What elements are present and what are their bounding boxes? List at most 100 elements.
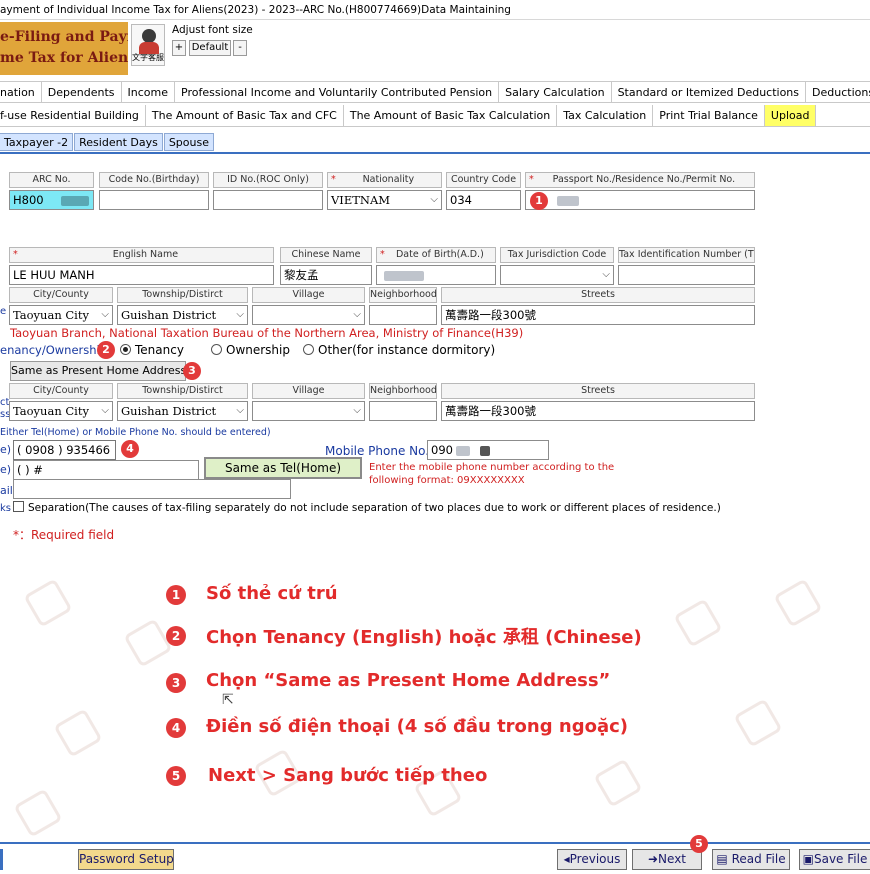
- same-as-present-address-button[interactable]: Same as Present Home Address: [10, 361, 186, 381]
- id-no-input[interactable]: [213, 190, 323, 210]
- save-file-button[interactable]: ▣Save File: [799, 849, 870, 870]
- mobile-phone-label: Mobile Phone No.: [325, 444, 430, 458]
- domicile-township-select[interactable]: Guishan District ⌵: [117, 401, 248, 421]
- radio-icon: [211, 344, 222, 355]
- nationality-value: VIETNAM: [331, 193, 391, 207]
- tab-print-trial-balance[interactable]: Print Trial Balance: [653, 105, 765, 126]
- code-no-header: Code No.(Birthday): [99, 172, 209, 188]
- tab-dependents[interactable]: Dependents: [41, 82, 122, 102]
- present-address-side-label: e: [0, 306, 7, 317]
- annotation-badge-3: 3: [183, 362, 201, 380]
- logo-line-2: me Tax for Aliens: [0, 50, 128, 66]
- chinese-name-input[interactable]: 黎友孟: [280, 265, 372, 285]
- arc-no-input[interactable]: H800: [9, 190, 94, 210]
- font-decrease-button[interactable]: -: [233, 40, 247, 56]
- chevron-down-icon: ⌵: [236, 405, 244, 416]
- annotation-text-3: Chọn “Same as Present Home Address”: [206, 670, 611, 691]
- tax-jurisdiction-select[interactable]: ⌵: [500, 265, 614, 285]
- township-header: Township/Distirct: [117, 287, 248, 303]
- nationality-header: * Nationality: [327, 172, 442, 188]
- email-input[interactable]: [13, 479, 291, 499]
- same-as-tel-home-button[interactable]: Same as Tel(Home): [204, 457, 362, 479]
- mobile-phone-input[interactable]: 090: [427, 440, 549, 460]
- subtab-taxpayer[interactable]: Taxpayer -2: [0, 133, 74, 151]
- tab-tax-calculation[interactable]: Tax Calculation: [557, 105, 654, 126]
- ownership-label: enancy/Ownership: [0, 343, 108, 357]
- present-neighborhood-input[interactable]: [369, 305, 437, 325]
- domicile-village-header: Village: [252, 383, 365, 399]
- tab-deductions-basic[interactable]: Deductions and Basic: [806, 82, 870, 102]
- domicile-street-input[interactable]: 萬壽路一段300號: [441, 401, 755, 421]
- present-village-select[interactable]: ⌵: [252, 305, 365, 325]
- domicile-village-select[interactable]: ⌵: [252, 401, 365, 421]
- next-button[interactable]: ➜Next: [632, 849, 702, 870]
- chat-service-caption: 文字客服: [132, 53, 164, 62]
- main-tabs-row-1: nation Dependents Income Professional Incom…: [0, 81, 870, 103]
- font-size-label: Adjust font size: [172, 24, 253, 36]
- arrow-right-icon: ➜: [647, 852, 659, 866]
- tab-self-use-building[interactable]: f-use Residential Building: [0, 105, 146, 126]
- chevron-down-icon: ⌵: [353, 405, 361, 416]
- save-icon: ▣: [802, 852, 814, 866]
- subtab-resident-days[interactable]: Resident Days: [74, 133, 163, 151]
- tab-income[interactable]: Income: [121, 82, 176, 102]
- country-code-input[interactable]: 034: [446, 190, 521, 210]
- present-township-select[interactable]: Guishan District ⌵: [117, 305, 248, 325]
- code-no-input[interactable]: [99, 190, 209, 210]
- logo-line-1: e-Filing and Payment of: [0, 29, 128, 45]
- tab-basic-tax-cfc[interactable]: The Amount of Basic Tax and CFC: [145, 105, 344, 126]
- tel-office-input[interactable]: ( ) #: [13, 460, 199, 480]
- domicile-city-header: City/County: [9, 383, 113, 399]
- other-radio[interactable]: Other(for instance dormitory): [303, 343, 495, 357]
- subtab-spouse[interactable]: Spouse: [163, 133, 214, 151]
- english-name-header: * English Name: [9, 247, 274, 263]
- separation-checkbox[interactable]: Separation(The causes of tax-filing sepa…: [13, 501, 721, 514]
- domicile-city-select[interactable]: Taoyuan City ⌵: [9, 401, 113, 421]
- tel-home-input[interactable]: ( 0908 ) 935466: [13, 440, 116, 460]
- tab-information[interactable]: nation: [0, 82, 42, 102]
- village-header: Village: [252, 287, 365, 303]
- tax-bureau-text: Taoyuan Branch, National Taxation Bureau…: [10, 326, 524, 340]
- annotation-legend-badge-5: 5: [166, 766, 186, 786]
- app-logo: e-Filing and Payment of me Tax for Alien…: [0, 22, 128, 75]
- phone-hint: Either Tel(Home) or Mobile Phone No. sho…: [0, 427, 271, 438]
- city-header: City/County: [9, 287, 113, 303]
- arc-no-value: H800: [13, 193, 44, 207]
- annotation-badge-1: 1: [530, 192, 548, 210]
- nationality-select[interactable]: VIETNAM ⌵: [327, 190, 442, 210]
- chevron-down-icon: ⌵: [101, 405, 109, 416]
- bottom-edge-marker: [0, 849, 3, 870]
- font-increase-button[interactable]: +: [172, 40, 186, 56]
- domicile-township-header: Township/Distirct: [117, 383, 248, 399]
- previous-button[interactable]: ◂Previous: [557, 849, 627, 870]
- tab-professional-income[interactable]: Professional Income and Voluntarily Cont…: [175, 82, 500, 102]
- tab-basic-tax-calculation[interactable]: The Amount of Basic Tax Calculation: [343, 105, 558, 126]
- present-street-input[interactable]: 萬壽路一段300號: [441, 305, 755, 325]
- ownership-radio[interactable]: Ownership: [211, 343, 290, 357]
- chat-service-icon[interactable]: 文字客服: [131, 24, 165, 66]
- annotation-legend-badge-4: 4: [166, 718, 186, 738]
- annotation-text-1: Số thẻ cứ trú: [206, 583, 338, 604]
- passport-input[interactable]: [525, 190, 755, 210]
- font-default-button[interactable]: Default: [189, 40, 231, 56]
- domicile-neighborhood-input[interactable]: [369, 401, 437, 421]
- tenancy-radio[interactable]: Tenancy: [120, 343, 184, 357]
- tab-deductions-standard[interactable]: Standard or Itemized Deductions: [611, 82, 807, 102]
- tab-upload[interactable]: Upload: [764, 105, 817, 126]
- tab-salary-calculation[interactable]: Salary Calculation: [499, 82, 612, 102]
- password-setup-button[interactable]: Password Setup: [78, 849, 174, 870]
- streets-header: Streets: [441, 287, 755, 303]
- tel-home-side-label: e): [0, 443, 12, 456]
- tin-header: Tax Identification Number (TIN: [618, 247, 755, 263]
- tel-office-side-label: e): [0, 463, 12, 476]
- country-code-header: Country Code: [446, 172, 521, 188]
- remarks-side-label: ks: [0, 503, 12, 514]
- dob-header: * Date of Birth(A.D.): [376, 247, 496, 263]
- read-file-button[interactable]: ▤ Read File: [712, 849, 790, 870]
- dob-input[interactable]: [376, 265, 496, 285]
- sub-tabs: Taxpayer -2 Resident Days Spouse: [0, 133, 215, 151]
- tin-input[interactable]: [618, 265, 755, 285]
- present-city-select[interactable]: Taoyuan City ⌵: [9, 305, 113, 325]
- required-field-note: *：Required field: [13, 528, 115, 542]
- english-name-input[interactable]: LE HUU MANH: [9, 265, 274, 285]
